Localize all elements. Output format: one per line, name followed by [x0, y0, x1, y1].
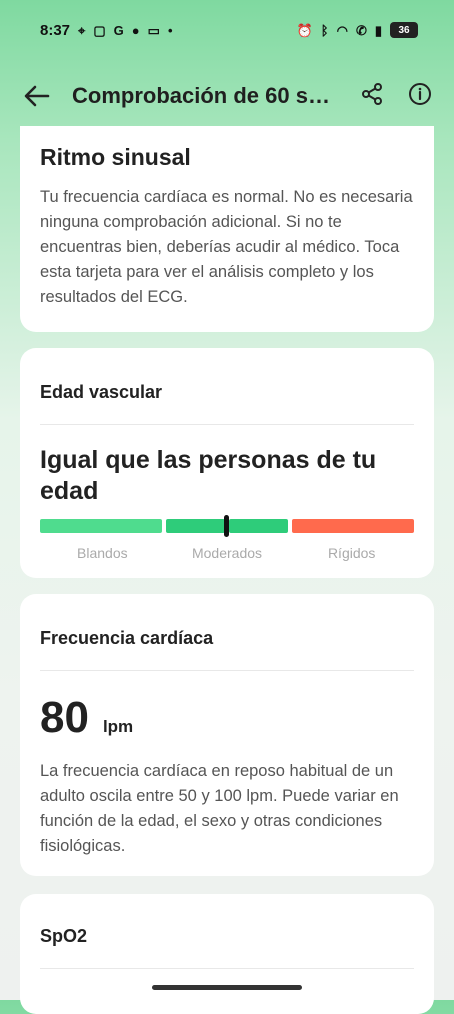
vascular-scale-bar — [40, 515, 414, 537]
page-title: Comprobación de 60 segundos — [72, 83, 337, 108]
wifi-icon: ◠ — [336, 22, 348, 38]
alarm-icon: ⏰ — [296, 22, 313, 38]
scale-segment-soft — [40, 519, 162, 533]
scale-label-moderate: Moderados — [191, 545, 263, 561]
status-bar: 8:37 ⌖ ▢ G ● ▭ • ⏰ ᛒ ◠ ✆ ▮ 36 — [0, 0, 454, 60]
rhythm-title: Ritmo sinusal — [40, 144, 191, 170]
rhythm-description: Tu frecuencia cardíaca es normal. No es … — [40, 188, 413, 306]
app-icon: ▢ — [93, 22, 106, 38]
scale-label-rigid: Rígidos — [327, 545, 376, 561]
status-time: 8:37 — [40, 21, 71, 39]
heart-rate-value: 80 — [40, 693, 89, 742]
divider — [40, 968, 414, 969]
divider — [40, 670, 414, 671]
circle-icon: ● — [131, 22, 140, 38]
spo2-card: SpO2 — [20, 894, 434, 1014]
location-icon: ⌖ — [78, 22, 86, 38]
heart-rate-card: Frecuencia cardíaca 80 lpm La frecuencia… — [20, 594, 434, 876]
spo2-title: SpO2 — [40, 926, 88, 946]
scale-marker — [224, 515, 229, 537]
app-bar: Comprobación de 60 segundos — [0, 68, 454, 124]
rhythm-card[interactable]: Ritmo sinusal Tu frecuencia cardíaca es … — [20, 126, 434, 332]
g-icon: G — [113, 22, 124, 38]
dot-icon: • — [167, 22, 173, 38]
scale-labels: Blandos Moderados Rígidos — [40, 545, 414, 561]
vascular-age-card: Edad vascular Igual que las personas de … — [20, 348, 434, 578]
vascular-age-result: Igual que las personas de tu edad — [40, 446, 377, 505]
scale-segment-rigid — [292, 519, 414, 533]
back-arrow-icon[interactable] — [22, 81, 52, 111]
home-indicator[interactable] — [152, 985, 302, 990]
video-icon: ▭ — [147, 22, 160, 38]
vascular-age-title: Edad vascular — [40, 382, 163, 402]
heart-rate-unit: lpm — [102, 717, 134, 736]
heart-rate-title: Frecuencia cardíaca — [40, 628, 214, 648]
scale-label-soft: Blandos — [77, 545, 128, 561]
heart-rate-description: La frecuencia cardíaca en reposo habitua… — [40, 762, 399, 855]
signal-icon: ▮ — [374, 22, 382, 38]
info-icon[interactable] — [408, 82, 432, 111]
share-icon[interactable] — [360, 82, 384, 111]
divider — [40, 424, 414, 425]
battery-icon: 36 — [390, 22, 418, 38]
bluetooth-icon: ᛒ — [320, 22, 329, 38]
call-icon: ✆ — [355, 22, 367, 38]
